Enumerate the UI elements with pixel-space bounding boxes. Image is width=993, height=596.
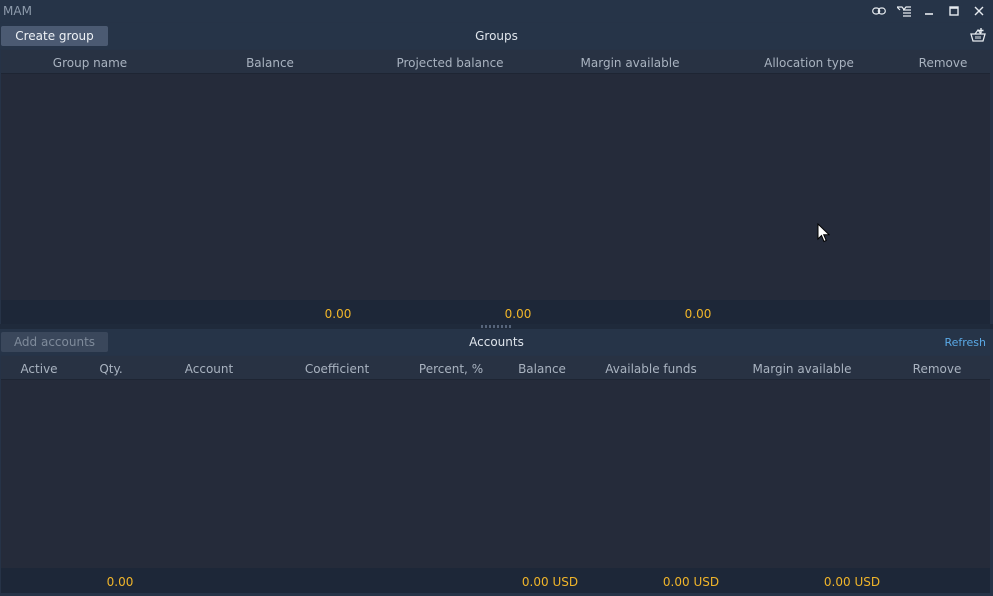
accounts-title: Accounts [469,335,524,349]
groups-header: Create group Groups [0,23,993,49]
window-title: MAM [3,4,32,18]
column-coefficient[interactable]: Coefficient [273,362,401,376]
column-balance[interactable]: Balance [501,362,583,376]
groups-table-header: Group name Balance Projected balance Mar… [1,50,990,74]
close-icon[interactable] [968,2,989,20]
groups-table-body [1,74,990,300]
groups-table-totals: 0.00 0.00 0.00 [1,300,990,324]
accounts-table: Active Qty. Account Coefficient Percent,… [1,356,990,593]
column-active[interactable]: Active [1,362,77,376]
column-allocation-type[interactable]: Allocation type [721,56,897,70]
groups-title: Groups [475,29,518,43]
window-controls [868,2,989,20]
mam-window: MAM Create group Groups Group name Balan… [0,0,993,596]
groups-table: Group name Balance Projected balance Mar… [1,50,990,324]
column-remove[interactable]: Remove [885,362,989,376]
column-available-funds[interactable]: Available funds [583,362,719,376]
total-balance: 0.00 USD [521,575,579,589]
column-group-name[interactable]: Group name [1,56,179,70]
column-qty[interactable]: Qty. [77,362,145,376]
add-basket-icon[interactable] [969,26,987,44]
mouse-cursor-icon [817,222,831,246]
refresh-link[interactable]: Refresh [944,336,986,349]
settings-menu-icon[interactable] [893,2,914,20]
column-balance[interactable]: Balance [179,56,361,70]
accounts-table-header: Active Qty. Account Coefficient Percent,… [1,356,990,380]
column-account[interactable]: Account [145,362,273,376]
minimize-icon[interactable] [918,2,939,20]
total-projected-balance: 0.00 [504,307,532,321]
column-margin-available[interactable]: Margin available [539,56,721,70]
total-margin-available: 0.00 [684,307,712,321]
total-balance: 0.00 [324,307,352,321]
splitter-grip[interactable] [481,325,511,328]
accounts-header: Add accounts Accounts Refresh [0,329,993,355]
accounts-table-totals: 0.00 0.00 USD 0.00 USD 0.00 USD [1,568,990,593]
accounts-table-body [1,380,990,568]
title-bar: MAM [0,0,993,22]
total-available-funds: 0.00 USD [662,575,720,589]
maximize-icon[interactable] [943,2,964,20]
total-qty: 0.00 [106,575,134,589]
link-icon[interactable] [868,2,889,20]
column-margin-available[interactable]: Margin available [719,362,885,376]
total-margin-available: 0.00 USD [823,575,881,589]
column-percent[interactable]: Percent, % [401,362,501,376]
column-projected-balance[interactable]: Projected balance [361,56,539,70]
column-remove[interactable]: Remove [897,56,989,70]
